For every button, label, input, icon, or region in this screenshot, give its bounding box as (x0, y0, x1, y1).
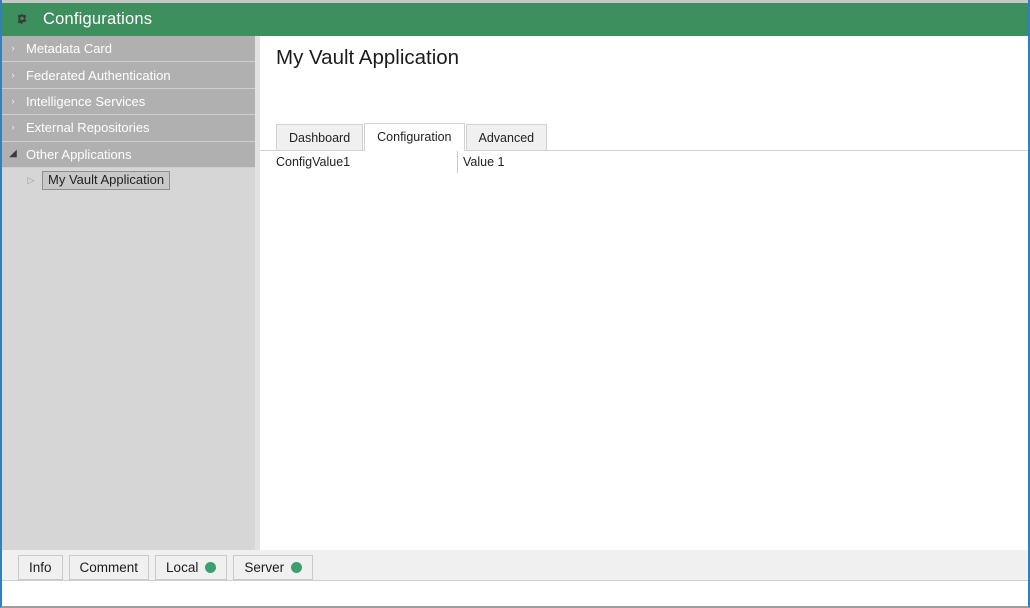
bottom-tab-label: Local (166, 560, 199, 575)
sidebar-item-external-repositories[interactable]: › External Repositories (2, 115, 255, 142)
config-value-text[interactable]: Value 1 (463, 155, 504, 169)
tab-dashboard[interactable]: Dashboard (276, 124, 364, 150)
bottom-tab-label: Server (244, 560, 285, 575)
bottom-tab-local[interactable]: Local (155, 555, 228, 580)
sidebar-item-label: Intelligence Services (26, 93, 146, 109)
sidebar-item-label: My Vault Application (42, 171, 171, 191)
bottom-bar: Info Comment Local Server (2, 550, 1028, 604)
chevron-right-icon[interactable]: › (2, 44, 24, 53)
sidebar-item-label: External Repositories (26, 120, 150, 136)
gear-icon (14, 12, 30, 28)
bottom-tab-strip: Info Comment Local Server (18, 555, 319, 580)
bottom-tab-server[interactable]: Server (233, 555, 314, 580)
page-title: My Vault Application (276, 46, 460, 69)
status-dot-icon (205, 562, 217, 573)
tab-label: Dashboard (289, 130, 351, 145)
tab-label: Configuration (377, 130, 452, 144)
sidebar-item-federated-authentication[interactable]: › Federated Authentication (2, 62, 255, 89)
bottom-tab-info[interactable]: Info (18, 555, 63, 580)
column-divider (457, 151, 458, 173)
sidebar-item-label: Federated Authentication (26, 67, 171, 83)
app-title: Configurations (43, 10, 153, 28)
status-dot-icon (291, 562, 303, 573)
chevron-right-icon[interactable]: › (2, 96, 24, 106)
tab-label: Advanced (478, 130, 535, 145)
bottom-tab-label: Comment (79, 560, 139, 575)
chevron-right-icon[interactable]: ▷ (20, 176, 42, 185)
active-tab-underline-mask (365, 150, 464, 151)
sidebar-item-other-applications[interactable]: ◢ Other Applications (2, 141, 255, 168)
sidebar-item-my-vault-application[interactable]: ▷ My Vault Application (2, 167, 255, 195)
main-content-panel: My Vault Application Dashboard Configura… (260, 36, 1028, 550)
chevron-right-icon[interactable]: › (2, 123, 24, 132)
config-key-label: ConfigValue1 (276, 155, 351, 169)
chevron-right-icon[interactable]: › (2, 70, 24, 80)
sidebar-item-label: Metadata Card (26, 41, 112, 57)
tab-strip: Dashboard Configuration Advanced (276, 123, 548, 150)
sidebar-item-label: Other Applications (26, 146, 132, 162)
sidebar-item-metadata-card[interactable]: › Metadata Card (2, 36, 255, 63)
sidebar-item-intelligence-services[interactable]: › Intelligence Services (2, 88, 255, 116)
application-window: Configurations › Metadata Card › Federat… (0, 0, 1030, 608)
config-row: ConfigValue1 Value 1 (260, 151, 1028, 175)
bottom-tab-comment[interactable]: Comment (68, 555, 150, 580)
tab-advanced[interactable]: Advanced (465, 124, 548, 150)
bottom-tab-label: Info (29, 560, 52, 575)
tab-configuration[interactable]: Configuration (364, 123, 465, 150)
sidebar-tree: › Metadata Card › Federated Authenticati… (2, 36, 255, 550)
app-header: Configurations (2, 3, 1028, 36)
chevron-down-icon[interactable]: ◢ (2, 149, 24, 159)
